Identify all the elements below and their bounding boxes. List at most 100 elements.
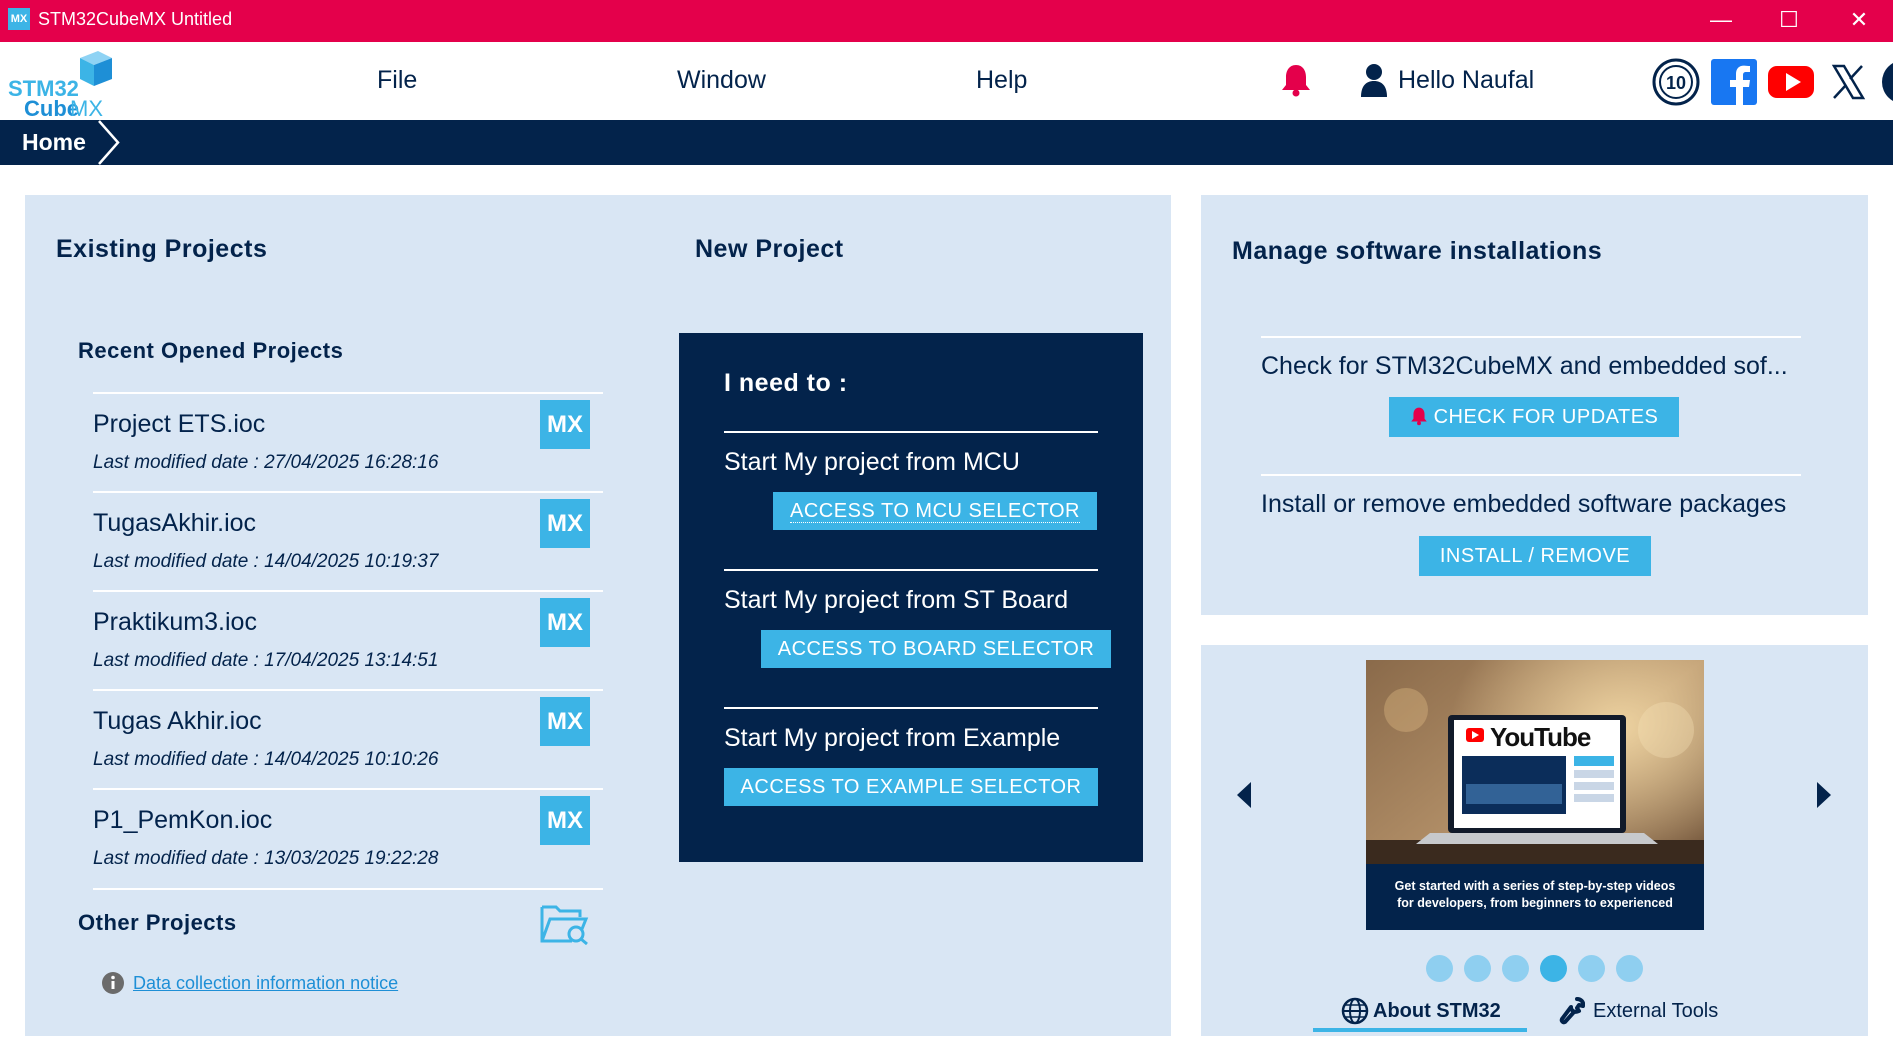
i-need-to-label: I need to :: [724, 369, 848, 397]
notification-bell-icon[interactable]: [1280, 62, 1312, 98]
youtube-icon[interactable]: [1767, 58, 1815, 106]
title-bar[interactable]: MX STM32CubeMX Untitled — ☐ ✕: [0, 0, 1893, 42]
check-for-updates-button[interactable]: CHECK FOR UPDATES: [1389, 397, 1679, 437]
stm32cubemx-window: MX STM32CubeMX Untitled — ☐ ✕ STM32 Cube…: [0, 0, 1893, 1061]
manage-software-title: Manage software installations: [1232, 237, 1603, 265]
project-name[interactable]: Tugas Akhir.ioc: [93, 707, 262, 736]
project-date: Last modified date : 27/04/2025 16:28:16: [93, 452, 439, 473]
check-for-updates-label: CHECK FOR UPDATES: [1433, 406, 1659, 428]
browse-folder-icon[interactable]: [540, 901, 590, 946]
divider: [724, 569, 1098, 571]
data-collection-notice: Data collection information notice: [101, 971, 398, 995]
recent-project-item[interactable]: Project ETS.ioc Last modified date : 27/…: [93, 392, 603, 491]
project-date: Last modified date : 14/04/2025 10:10:26: [93, 749, 439, 770]
carousel-next-arrow-icon[interactable]: [1813, 780, 1835, 810]
check-updates-text: Check for STM32CubeMX and embedded sof..…: [1261, 352, 1788, 380]
menu-help[interactable]: Help: [976, 66, 1027, 95]
carousel-dot[interactable]: [1502, 955, 1529, 982]
existing-projects-title: Existing Projects: [56, 235, 268, 263]
mx-project-icon[interactable]: MX: [540, 697, 590, 746]
access-example-selector-button[interactable]: ACCESS TO EXAMPLE SELECTOR: [724, 768, 1098, 806]
start-from-board-label: Start My project from ST Board: [724, 586, 1069, 614]
projects-panel: Existing Projects Recent Opened Projects…: [25, 195, 1171, 1036]
user-icon: [1361, 64, 1387, 97]
data-collection-link[interactable]: Data collection information notice: [133, 973, 398, 994]
recent-project-item[interactable]: P1_PemKon.ioc Last modified date : 13/03…: [93, 788, 603, 887]
info-icon: [102, 972, 124, 994]
project-name[interactable]: P1_PemKon.ioc: [93, 806, 272, 835]
stm32cubemx-logo: STM32 Cube MX: [8, 50, 118, 121]
promo-caption-line2: for developers, from beginners to experi…: [1397, 896, 1673, 910]
globe-icon: [1341, 997, 1369, 1025]
close-button[interactable]: ✕: [1830, 0, 1888, 42]
project-date: Last modified date : 13/03/2025 19:22:28: [93, 848, 439, 869]
tab-external-label: External Tools: [1593, 999, 1719, 1022]
access-board-selector-button[interactable]: ACCESS TO BOARD SELECTOR: [761, 630, 1111, 668]
project-name[interactable]: Project ETS.ioc: [93, 410, 265, 439]
tab-about-label: About STM32: [1373, 999, 1501, 1022]
logo-text-mx: MX: [70, 96, 103, 121]
recent-project-item[interactable]: TugasAkhir.ioc Last modified date : 14/0…: [93, 491, 603, 590]
start-from-mcu-label: Start My project from MCU: [724, 448, 1020, 476]
divider: [724, 707, 1098, 709]
breadcrumb: Home: [0, 120, 1893, 165]
wrench-icon: [1559, 997, 1585, 1025]
carousel-prev-arrow-icon[interactable]: [1233, 780, 1255, 810]
active-tab-indicator: [1313, 1028, 1527, 1032]
new-project-title: New Project: [695, 235, 844, 263]
promo-caption-line1: Get started with a series of step-by-ste…: [1394, 879, 1676, 893]
divider: [93, 888, 603, 890]
project-date: Last modified date : 17/04/2025 13:14:51: [93, 650, 439, 671]
app-icon: MX: [8, 8, 30, 30]
project-date: Last modified date : 14/04/2025 10:19:37: [93, 551, 439, 572]
mx-project-icon[interactable]: MX: [540, 796, 590, 845]
install-remove-text: Install or remove embedded software pack…: [1261, 490, 1787, 518]
other-projects-title: Other Projects: [78, 910, 237, 935]
tab-about-stm32[interactable]: About STM32: [1341, 997, 1501, 1025]
divider: [1261, 474, 1801, 476]
user-account[interactable]: Hello Naufal: [1358, 62, 1534, 98]
manage-software-panel: Manage software installations Check for …: [1201, 195, 1868, 615]
x-icon[interactable]: [1824, 58, 1872, 106]
recent-projects-title: Recent Opened Projects: [78, 338, 344, 363]
window-title: STM32CubeMX Untitled: [38, 9, 233, 29]
anniversary-10-icon[interactable]: 10: [1652, 58, 1700, 106]
carousel-panel: YouTube Get started with a series of ste…: [1201, 645, 1868, 1036]
menu-bar: STM32 Cube MX File Window Help Hello Nau…: [0, 42, 1893, 121]
youtube-promo-image[interactable]: YouTube Get started with a series of ste…: [1366, 660, 1704, 930]
install-remove-button[interactable]: INSTALL / REMOVE: [1419, 536, 1651, 576]
youtube-brand-text: YouTube: [1490, 722, 1591, 752]
minimize-button[interactable]: —: [1692, 0, 1750, 42]
project-name[interactable]: TugasAkhir.ioc: [93, 509, 256, 538]
user-greeting: Hello Naufal: [1398, 65, 1535, 94]
mx-project-icon[interactable]: MX: [540, 499, 590, 548]
mx-project-icon[interactable]: MX: [540, 400, 590, 449]
project-name[interactable]: Praktikum3.ioc: [93, 608, 257, 637]
divider: [724, 431, 1098, 433]
recent-project-item[interactable]: Praktikum3.ioc Last modified date : 17/0…: [93, 590, 603, 689]
carousel-dots: [1426, 955, 1643, 982]
access-mcu-selector-button[interactable]: ACCESS TO MCU SELECTOR: [773, 492, 1097, 530]
divider: [1261, 336, 1801, 338]
menu-file[interactable]: File: [377, 66, 417, 95]
start-from-example-label: Start My project from Example: [724, 724, 1061, 752]
maximize-button[interactable]: ☐: [1760, 0, 1818, 42]
svg-text:10: 10: [1666, 73, 1686, 93]
access-mcu-selector-label: ACCESS TO MCU SELECTOR: [790, 500, 1080, 523]
new-project-box: I need to : Start My project from MCU AC…: [679, 333, 1143, 862]
carousel-dot-active[interactable]: [1540, 955, 1567, 982]
st-community-icon[interactable]: [1880, 58, 1893, 106]
mx-project-icon[interactable]: MX: [540, 598, 590, 647]
breadcrumb-chevron-icon: [98, 120, 120, 165]
carousel-dot[interactable]: [1616, 955, 1643, 982]
tab-external-tools[interactable]: External Tools: [1559, 997, 1718, 1025]
bell-icon: [1410, 407, 1427, 426]
recent-project-item[interactable]: Tugas Akhir.ioc Last modified date : 14/…: [93, 689, 603, 788]
facebook-icon[interactable]: [1710, 58, 1758, 106]
carousel-dot[interactable]: [1578, 955, 1605, 982]
menu-window[interactable]: Window: [677, 66, 766, 95]
carousel-dot[interactable]: [1426, 955, 1453, 982]
promo-caption: Get started with a series of step-by-ste…: [1366, 864, 1704, 930]
carousel-dot[interactable]: [1464, 955, 1491, 982]
breadcrumb-home[interactable]: Home: [0, 120, 106, 165]
